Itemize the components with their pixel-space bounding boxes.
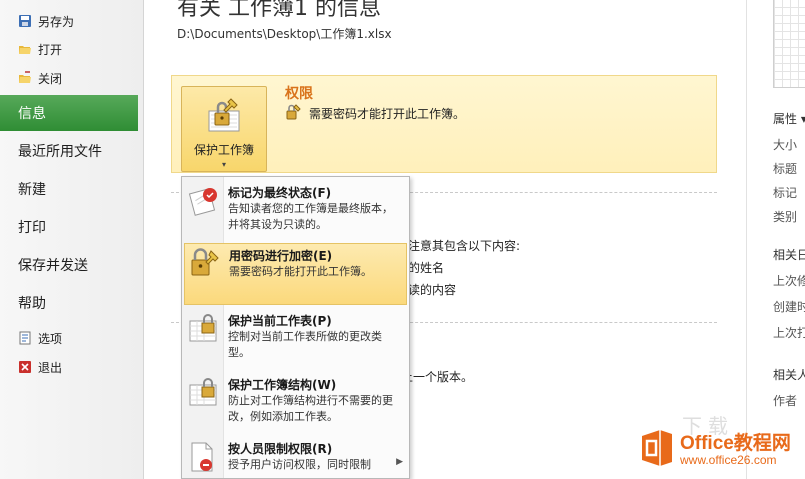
watermark-url: www.office26.com	[680, 453, 777, 467]
page-title: 有关 工作簿1 的信息	[177, 0, 381, 21]
protect-structure-icon	[188, 377, 220, 413]
properties-pane: 属性 ▾ 大小 标题 标记 类别 相关日 上次修 创建时 上次打 相关人 作者	[746, 0, 805, 479]
mark-final-icon	[188, 185, 220, 221]
office-logo-icon	[638, 428, 676, 468]
nav-open[interactable]: 打开	[18, 38, 62, 60]
nav-recent[interactable]: 最近所用文件	[0, 133, 144, 169]
permissions-description: 需要密码才能打开此工作簿。	[309, 107, 466, 121]
nav-exit-label: 退出	[38, 360, 63, 375]
nav-info-label: 信息	[18, 106, 46, 122]
nav-info[interactable]: 信息	[0, 95, 138, 131]
watermark-brand: Office教程网	[680, 433, 791, 454]
nav-save-send[interactable]: 保存并发送	[0, 247, 144, 283]
protect-workbook-lock-icon	[207, 97, 241, 137]
menu-item-title: 保护工作簿结构(W)	[228, 378, 337, 392]
nav-open-label: 打开	[38, 42, 63, 57]
exit-icon	[18, 360, 32, 374]
date-printed: 上次打	[773, 326, 805, 340]
nav-recent-label: 最近所用文件	[18, 144, 102, 160]
inspect-text-3: 读的内容	[408, 283, 457, 297]
nav-print[interactable]: 打印	[0, 209, 144, 245]
save-as-icon	[18, 14, 32, 28]
properties-dropdown[interactable]: 属性 ▾	[773, 110, 805, 127]
nav-save-as-label: 另存为	[38, 14, 75, 29]
property-tags: 标记	[773, 186, 798, 200]
property-title: 标题	[773, 162, 798, 176]
chevron-down-icon: ▾	[221, 160, 226, 169]
options-icon	[18, 331, 32, 345]
restrict-permission-icon	[188, 441, 220, 477]
nav-help[interactable]: 帮助	[0, 285, 144, 321]
nav-options-label: 选项	[38, 331, 63, 346]
encrypt-lock-icon	[189, 248, 221, 284]
submenu-arrow-icon: ▶	[396, 457, 403, 467]
related-dates-heading: 相关日	[773, 248, 805, 262]
protect-workbook-menu: 标记为最终状态(F) 告知读者您的工作簿是最终版本，并将其设为只读的。 用密码进…	[181, 176, 410, 479]
menu-item-encrypt-password[interactable]: 用密码进行加密(E) 需要密码才能打开此工作簿。	[184, 243, 407, 305]
nav-exit[interactable]: 退出	[18, 356, 62, 378]
nav-new-label: 新建	[18, 182, 46, 198]
protect-sheet-icon	[188, 313, 220, 349]
watermark: 下载 Office教程网 www.office26.com	[636, 414, 805, 479]
related-people-heading: 相关人	[773, 368, 805, 382]
menu-item-restrict-permission[interactable]: 按人员限制权限(R) 授予用户访问权限，同时限制 ▶	[184, 437, 407, 478]
backstage-nav: 另存为 打开 关闭 信息 最近所用文件 新建 打印 保存并发送 帮助 选项 退出	[0, 0, 144, 479]
menu-item-title: 按人员限制权限(R)	[228, 442, 333, 456]
menu-item-title: 保护当前工作表(P)	[228, 314, 332, 328]
document-path: D:\Documents\Desktop\工作簿1.xlsx	[177, 27, 392, 41]
menu-item-protect-structure[interactable]: 保护工作簿结构(W) 防止对工作簿结构进行不需要的更改，例如添加工作表。	[184, 373, 407, 433]
property-category: 类别	[773, 210, 798, 224]
menu-item-mark-final[interactable]: 标记为最终状态(F) 告知读者您的工作簿是最终版本，并将其设为只读的。	[184, 181, 407, 239]
property-size: 大小	[773, 138, 798, 152]
inspect-text-2: 的姓名	[408, 261, 445, 275]
close-folder-icon	[18, 71, 32, 85]
nav-close-label: 关闭	[38, 71, 63, 86]
lock-key-icon	[285, 104, 301, 123]
menu-item-protect-sheet[interactable]: 保护当前工作表(P) 控制对当前工作表所做的更改类型。	[184, 309, 407, 369]
nav-save-as[interactable]: 另存为	[18, 10, 74, 32]
inspect-text-1: 注意其包含以下内容:	[408, 239, 521, 253]
menu-item-title: 用密码进行加密(E)	[229, 249, 333, 263]
protect-workbook-button[interactable]: 保护工作簿 ▾	[181, 86, 267, 172]
permissions-heading: 权限	[285, 86, 313, 102]
menu-item-desc: 需要密码才能打开此工作簿。	[229, 265, 372, 278]
menu-item-desc: 授予用户访问权限，同时限制	[228, 458, 371, 471]
protect-workbook-label: 保护工作簿	[193, 143, 254, 157]
nav-print-label: 打印	[18, 220, 46, 236]
permissions-status: 需要密码才能打开此工作簿。	[285, 104, 465, 123]
versions-text: 上一个版本。	[401, 370, 474, 384]
nav-save-send-label: 保存并发送	[18, 258, 88, 274]
menu-item-desc: 告知读者您的工作簿是最终版本，并将其设为只读的。	[228, 202, 393, 231]
date-created: 创建时	[773, 300, 805, 314]
nav-options[interactable]: 选项	[18, 327, 62, 349]
document-thumbnail	[773, 0, 805, 88]
date-modified: 上次修	[773, 274, 805, 288]
nav-help-label: 帮助	[18, 296, 46, 312]
open-folder-icon	[18, 42, 32, 56]
menu-item-title: 标记为最终状态(F)	[228, 186, 332, 200]
nav-close[interactable]: 关闭	[18, 67, 62, 89]
menu-item-desc: 防止对工作簿结构进行不需要的更改，例如添加工作表。	[228, 394, 393, 423]
menu-item-desc: 控制对当前工作表所做的更改类型。	[228, 330, 382, 359]
property-author: 作者	[773, 394, 798, 408]
nav-new[interactable]: 新建	[0, 171, 144, 207]
